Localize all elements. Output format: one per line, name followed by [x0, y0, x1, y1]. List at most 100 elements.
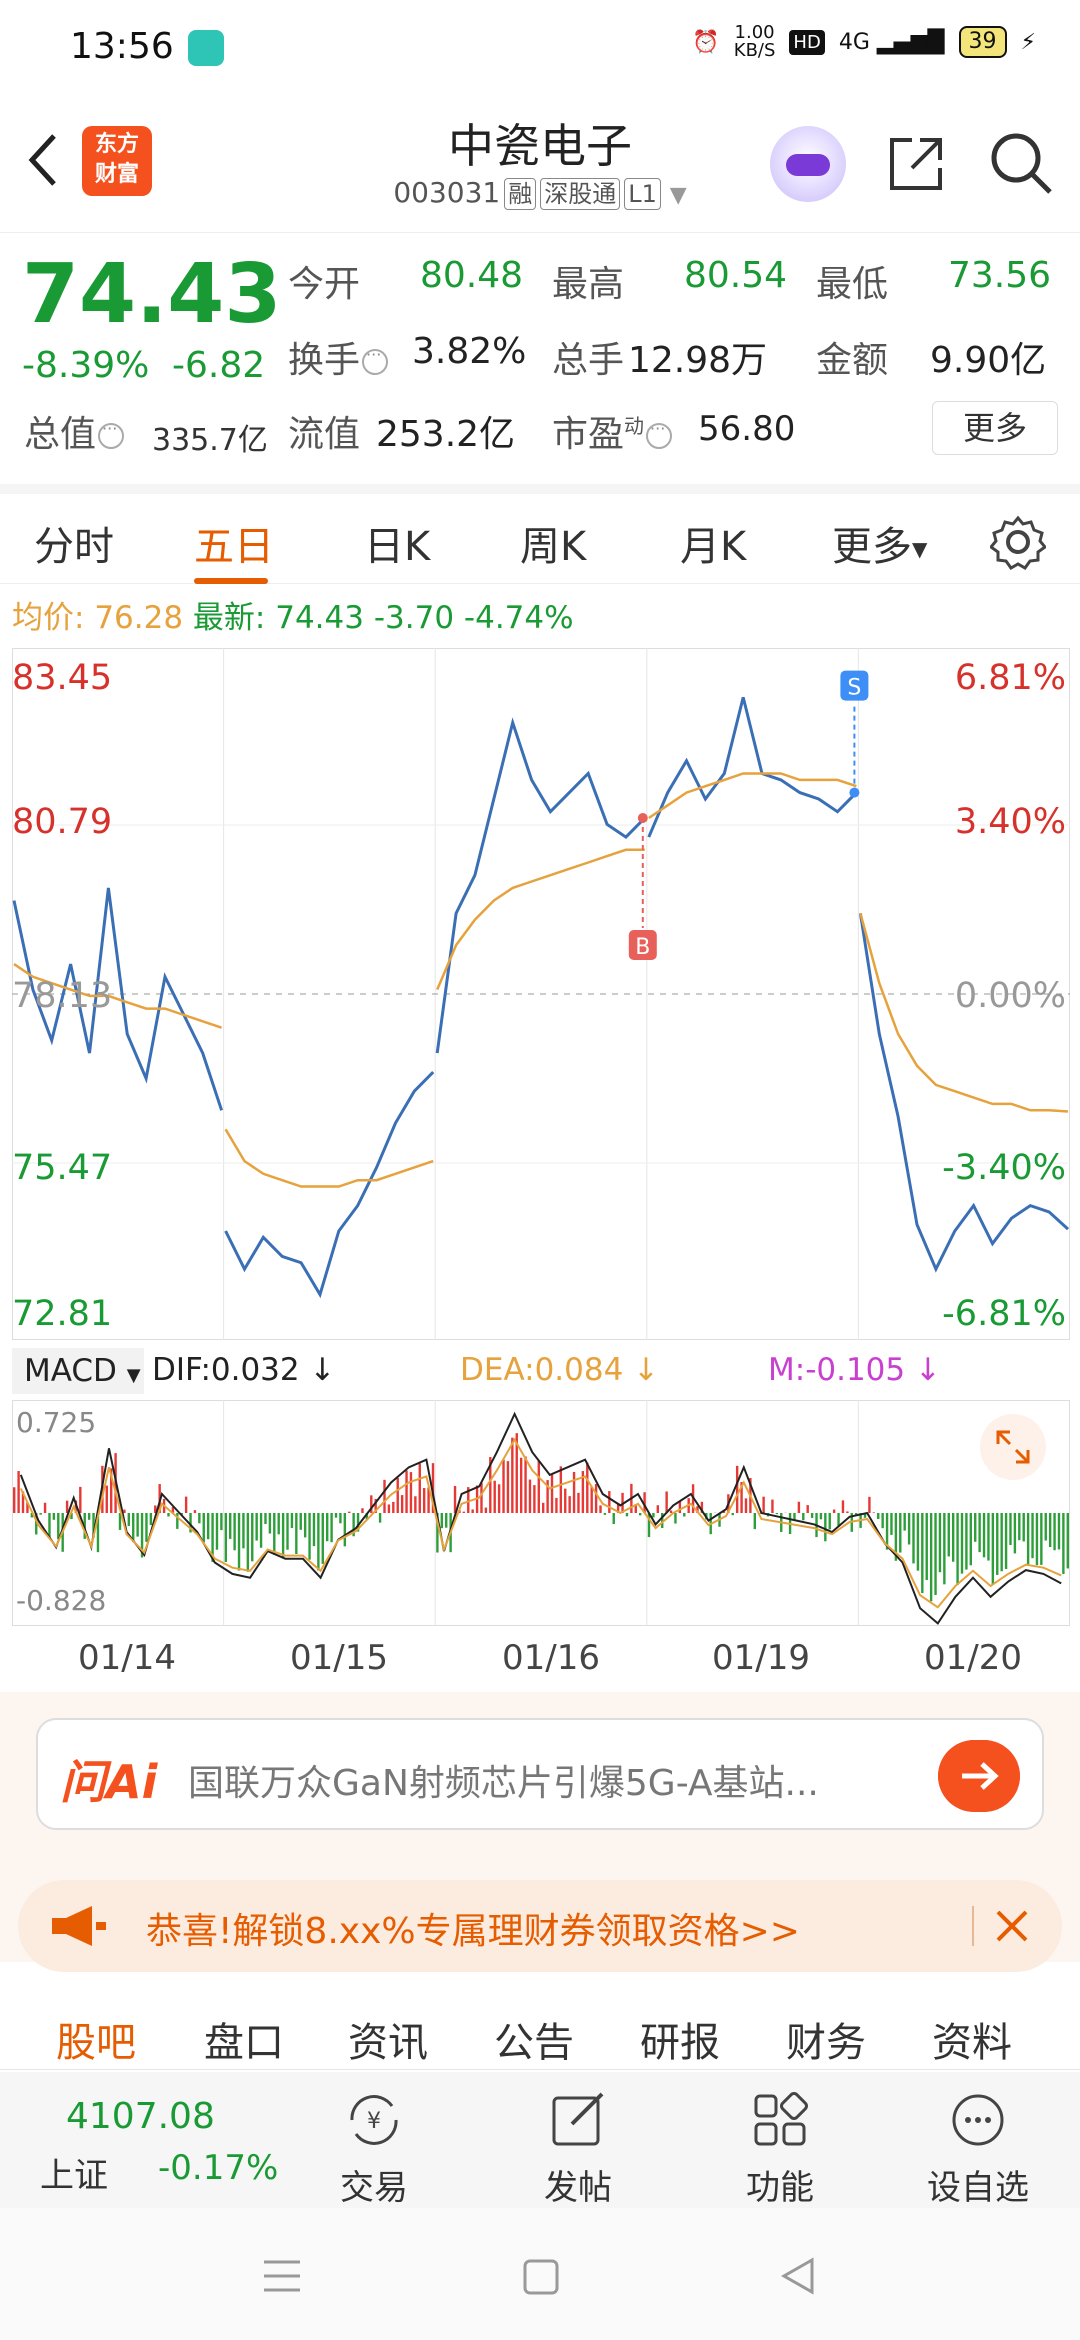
- add-watchlist-button[interactable]: 设自选: [918, 2078, 1038, 2209]
- macd-max: 0.725: [16, 1406, 97, 1439]
- macd-histogram-bar: [1013, 1513, 1017, 1554]
- avg-price-line: [224, 1128, 434, 1188]
- ai-question-bar[interactable]: 问Ai 国联万众GaN射频芯片引爆5G-A基站...: [36, 1718, 1044, 1830]
- price-line: [647, 696, 858, 838]
- macd-histogram-bar: [828, 1513, 831, 1530]
- tab-financials[interactable]: 财务: [786, 2010, 866, 2068]
- macd-histogram-bar: [599, 1505, 602, 1513]
- share-icon[interactable]: [884, 132, 948, 196]
- dropdown-icon[interactable]: ▼: [670, 183, 687, 208]
- price-line: [435, 717, 646, 1054]
- y-tick-right: 3.40%: [954, 802, 1066, 842]
- tab-more[interactable]: 更多▼: [832, 514, 927, 572]
- y-tick-right: -6.81%: [942, 1294, 1066, 1334]
- y-tick-left: 83.45: [12, 658, 113, 698]
- date-label: 01/19: [712, 1638, 810, 1678]
- stock-code: 003031: [393, 176, 501, 209]
- macd-histogram-bar: [259, 1513, 263, 1548]
- macd-histogram-bar: [824, 1513, 827, 1542]
- home-icon[interactable]: [522, 2258, 560, 2296]
- pe-value: 56.80: [698, 409, 796, 449]
- more-circle-icon: [952, 2094, 1004, 2146]
- tab-forum[interactable]: 股吧: [56, 2010, 136, 2068]
- macd-histogram-bar: [361, 1508, 364, 1513]
- info-icon[interactable]: [362, 345, 389, 375]
- market-cap-value: 335.7亿: [152, 423, 268, 458]
- tag-level: L1: [624, 178, 661, 210]
- gear-icon[interactable]: [990, 514, 1046, 570]
- close-icon[interactable]: [988, 1902, 1036, 1950]
- macd-histogram-bar: [678, 1501, 682, 1513]
- tab-five-day[interactable]: 五日: [194, 514, 274, 572]
- macd-histogram-bar: [638, 1513, 642, 1516]
- macd-histogram-bar: [683, 1513, 686, 1517]
- arrow-right-icon[interactable]: [938, 1740, 1020, 1812]
- system-nav-bar: [0, 2208, 1080, 2340]
- avg-price-line: [436, 848, 645, 991]
- search-icon[interactable]: [988, 130, 1054, 196]
- macd-histogram-bar: [868, 1496, 871, 1513]
- back-nav-icon[interactable]: [778, 2256, 818, 2296]
- macd-histogram-bar: [378, 1513, 382, 1523]
- post-button[interactable]: 发帖: [518, 2078, 638, 2209]
- tab-profile[interactable]: 资料: [932, 2010, 1012, 2068]
- macd-histogram-bar: [127, 1513, 131, 1527]
- macd-histogram-bar: [877, 1513, 880, 1519]
- tab-minute[interactable]: 分时: [34, 514, 114, 572]
- indicator-select[interactable]: MACD ▼: [12, 1348, 144, 1394]
- ai-assistant-avatar[interactable]: [770, 126, 846, 202]
- macd-histogram-bar: [775, 1513, 779, 1515]
- tab-monthly-k[interactable]: 月K: [680, 514, 746, 572]
- macd-chart[interactable]: 0.725 -0.828: [12, 1400, 1070, 1626]
- mcap-label-text: 总值: [24, 414, 97, 455]
- trade-button[interactable]: ¥ 交易: [314, 2078, 434, 2209]
- promo-banner[interactable]: 恭喜!解锁8.xx%专属理财券领取资格>>: [18, 1880, 1062, 1972]
- avg-price-line: [648, 772, 857, 820]
- buy-marker-dot: [637, 813, 648, 824]
- grid-icon: [754, 2092, 808, 2146]
- avg-value: 76.28: [94, 600, 184, 636]
- five-day-price-chart[interactable]: BS 83.45 80.79 78.13 75.47 72.81 6.81% 3…: [12, 648, 1070, 1340]
- macd-histogram-bar: [559, 1466, 563, 1513]
- tab-research[interactable]: 研报: [640, 2010, 720, 2068]
- last-value: 74.43: [275, 600, 364, 636]
- macd-histogram-bar: [1004, 1513, 1008, 1569]
- tab-order-book[interactable]: 盘口: [204, 2010, 284, 2068]
- macd-histogram-bar: [132, 1513, 135, 1543]
- macd-histogram-bar: [414, 1496, 417, 1513]
- macd-histogram-bar: [13, 1487, 16, 1513]
- functions-label: 功能: [746, 2168, 814, 2208]
- status-bar: 13:56 ⏰ 1.00 KB/S HD 4G ▂▄▆█ 39 ⚡: [0, 0, 1080, 96]
- change-amount: -6.82: [172, 345, 266, 386]
- macd-histogram-bar: [921, 1513, 924, 1594]
- macd-histogram-bar: [193, 1510, 197, 1513]
- info-icon[interactable]: [646, 419, 673, 449]
- float-label: 流值: [288, 414, 361, 455]
- tab-announcements[interactable]: 公告: [494, 2010, 574, 2068]
- macd-indicator-bar: MACD ▼ DIF:0.032 ↓ DEA:0.084 ↓ M:-0.105 …: [12, 1344, 1070, 1400]
- macd-histogram-bar: [229, 1513, 232, 1539]
- macd-histogram-bar: [290, 1513, 294, 1528]
- macd-histogram-bar: [198, 1513, 201, 1524]
- pe-label: 市盈动: [552, 405, 673, 457]
- macd-histogram-bar: [422, 1488, 426, 1513]
- more-button[interactable]: 更多: [932, 401, 1058, 455]
- macd-histogram-bar: [982, 1513, 986, 1558]
- pe-label-text: 市盈: [552, 414, 625, 455]
- menu-icon[interactable]: [262, 2258, 302, 2294]
- y-tick-left: 80.79: [12, 802, 113, 842]
- tab-daily-k[interactable]: 日K: [364, 514, 430, 572]
- functions-button[interactable]: 功能: [720, 2078, 840, 2209]
- expand-icon[interactable]: [980, 1414, 1046, 1480]
- macd-histogram-bar: [625, 1513, 629, 1517]
- megaphone-icon: [52, 1906, 106, 1946]
- macd-histogram-bar: [39, 1513, 42, 1515]
- tab-news[interactable]: 资讯: [348, 2010, 428, 2068]
- price-line: [858, 913, 1070, 1273]
- macd-histogram-bar: [251, 1513, 254, 1562]
- high-value: 80.54: [684, 255, 788, 296]
- macd-histogram-bar: [810, 1513, 814, 1518]
- macd-histogram-bar: [123, 1509, 126, 1513]
- info-icon[interactable]: [98, 419, 125, 449]
- tab-weekly-k[interactable]: 周K: [520, 514, 586, 572]
